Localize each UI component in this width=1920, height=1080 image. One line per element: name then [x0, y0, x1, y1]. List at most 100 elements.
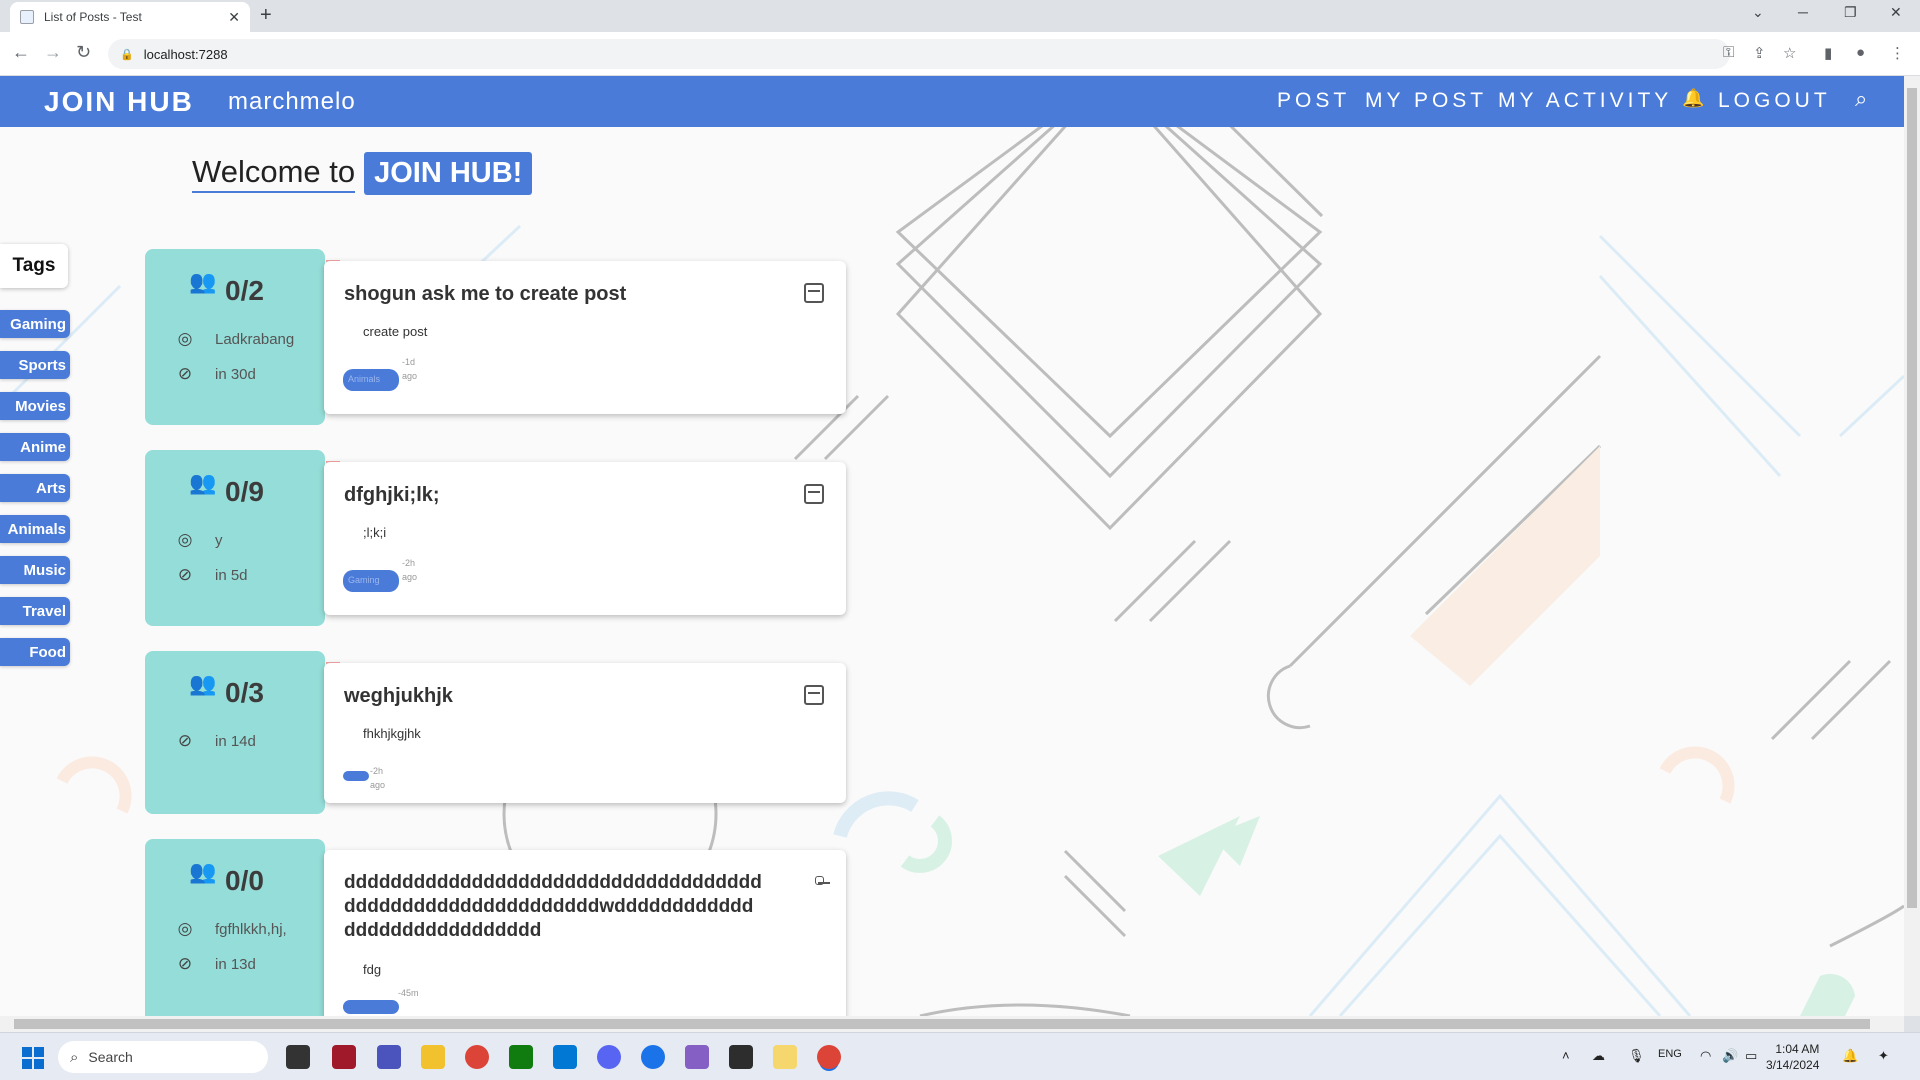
post-card[interactable]: dfghjki;lk; ;l;k;i Gaming -2h ago — [324, 462, 846, 615]
post-info-panel[interactable]: 👥 0/2 ◎ Ladkrabang ⊘ in 30d — [145, 249, 325, 425]
participant-count: 0/9 — [225, 476, 264, 507]
tag-gaming[interactable]: Gaming — [0, 310, 70, 338]
file-explorer-icon[interactable] — [421, 1045, 445, 1069]
nav-post-link[interactable]: POST — [1277, 89, 1350, 113]
battery-icon[interactable]: ▭ — [1745, 1048, 1757, 1064]
close-window-button[interactable]: ✕ — [1890, 4, 1902, 21]
post-title: shogun ask me to create post — [344, 283, 627, 305]
nav-logout-link[interactable]: LOGOUT — [1718, 89, 1831, 113]
tag-travel[interactable]: Travel — [0, 597, 70, 625]
brand-logo[interactable]: JOIN HUB — [44, 86, 194, 118]
post-description: fhkhjkgjhk — [363, 726, 421, 741]
post-info-panel[interactable]: 👥 0/0 ◎ fgfhlkkh,hj, ⊘ in 13d — [145, 839, 325, 1016]
discord-icon[interactable] — [597, 1045, 621, 1069]
language-indicator[interactable]: ENG — [1658, 1048, 1682, 1060]
participants-icon: 👥 — [189, 269, 217, 294]
tab-search-icon[interactable]: ⌄ — [1752, 4, 1764, 21]
back-icon[interactable]: ← — [12, 42, 30, 63]
deadline-text: in 30d — [215, 365, 256, 383]
browser-menu-icon[interactable]: ⋮ — [1890, 44, 1905, 62]
xbox-icon[interactable] — [509, 1045, 533, 1069]
participants-icon: 👥 — [189, 671, 217, 696]
visual-studio-icon[interactable] — [685, 1045, 709, 1069]
copilot-icon[interactable]: ✦ — [1878, 1048, 1889, 1064]
tag-sports[interactable]: Sports — [0, 351, 70, 379]
address-bar[interactable]: 🔒 localhost:7288 — [108, 39, 1730, 69]
nav-my-post-link[interactable]: MY POST — [1365, 89, 1487, 113]
deadline-row: ⊘ in 5d — [173, 565, 248, 585]
clock-date: 3/14/2024 — [1766, 1058, 1820, 1072]
tag-movies[interactable]: Movies — [0, 392, 70, 420]
collapse-card-icon[interactable] — [804, 685, 824, 705]
scrollbar-thumb[interactable] — [14, 1019, 1870, 1029]
participants-icon: 👥 — [189, 470, 217, 495]
post-time: -2h — [402, 558, 416, 568]
maximize-button[interactable]: ❐ — [1844, 4, 1857, 21]
bookmark-star-icon[interactable]: ☆ — [1783, 44, 1796, 62]
browser-tab[interactable]: List of Posts - Test ✕ — [10, 2, 250, 32]
chrome-icon[interactable] — [465, 1045, 489, 1069]
deadline-row: ⊘ in 14d — [173, 731, 256, 751]
post-time: -45m — [398, 988, 419, 998]
post-card[interactable]: weghjukhjk fhkhjkgjhk -2h ago — [324, 663, 846, 803]
search-icon[interactable]: ⌕ — [1855, 86, 1867, 112]
chrome-active-icon[interactable] — [817, 1045, 841, 1069]
tab-close-icon[interactable]: ✕ — [228, 9, 240, 26]
onedrive-icon[interactable]: ☁ — [1592, 1048, 1605, 1064]
post-card[interactable]: shogun ask me to create post create post… — [324, 261, 846, 414]
system-clock[interactable]: 1:04 AM 3/14/2024 — [1766, 1041, 1819, 1073]
scrollbar-thumb[interactable] — [1907, 88, 1917, 908]
lock-icon: 🔒 — [120, 48, 134, 61]
tag-animals[interactable]: Animals — [0, 515, 70, 543]
collapse-card-icon[interactable] — [804, 484, 824, 504]
post-title: weghjukhjk — [344, 685, 453, 707]
reload-icon[interactable]: ↻ — [76, 42, 91, 63]
tag-arts[interactable]: Arts — [0, 474, 70, 502]
timer-off-icon: ⊘ — [177, 731, 193, 750]
vertical-scrollbar[interactable] — [1904, 76, 1920, 1016]
chrome-canary-icon[interactable] — [641, 1045, 665, 1069]
taskbar-search[interactable]: ⌕ Search — [58, 1041, 268, 1073]
tag-anime[interactable]: Anime — [0, 433, 70, 461]
teams-icon[interactable] — [377, 1045, 401, 1069]
collapse-card-icon[interactable] — [804, 283, 824, 303]
welcome-banner: Welcome to JOIN HUB! — [192, 152, 533, 195]
windows-start-icon[interactable] — [22, 1047, 44, 1069]
app-icon[interactable] — [773, 1045, 797, 1069]
new-tab-button[interactable]: + — [260, 4, 272, 27]
terminal-icon[interactable] — [729, 1045, 753, 1069]
windows-taskbar: ⌕ Search ˄ ☁ 🎙 ENG ◠ 🔊 ▭ 1:04 AM 3/14/20… — [0, 1032, 1920, 1080]
vscode-icon[interactable] — [553, 1045, 577, 1069]
notification-icon[interactable]: 🔔 — [1842, 1048, 1858, 1064]
notification-bell-icon[interactable]: 🔔 — [1682, 88, 1704, 109]
volume-icon[interactable]: 🔊 — [1722, 1048, 1738, 1064]
tab-title: List of Posts - Test — [44, 10, 142, 24]
tag-food[interactable]: Food — [0, 638, 70, 666]
nav-my-activity-link[interactable]: MY ACTIVITY — [1498, 89, 1672, 113]
location-row: ◎ y — [173, 530, 223, 550]
post-time-suffix: ago — [402, 371, 418, 381]
profile-avatar-icon[interactable]: ● — [1856, 44, 1865, 61]
tag-music[interactable]: Music — [0, 556, 70, 584]
location-row: ◎ fgfhlkkh,hj, — [173, 919, 287, 939]
share-icon[interactable]: ⇪ — [1753, 44, 1766, 62]
timer-off-icon: ⊘ — [177, 954, 193, 973]
microphone-icon[interactable]: 🎙 — [1628, 1048, 1645, 1064]
post-info-panel[interactable]: 👥 0/3 ⊘ in 14d — [145, 651, 325, 814]
top-navbar: JOIN HUB marchmelo POST MY POST MY ACTIV… — [0, 76, 1904, 127]
side-panel-icon[interactable]: ▮ — [1824, 44, 1832, 62]
app-icon[interactable] — [332, 1045, 356, 1069]
chevron-up-icon[interactable]: ˄ — [1562, 1048, 1570, 1063]
timer-off-icon: ⊘ — [177, 565, 193, 584]
search-icon: ⌕ — [70, 1048, 79, 1066]
task-view-icon[interactable] — [286, 1045, 310, 1069]
wifi-icon[interactable]: ◠ — [1700, 1048, 1711, 1064]
collapse-card-icon[interactable] — [815, 876, 830, 885]
minimize-button[interactable]: ─ — [1798, 4, 1808, 20]
forward-icon[interactable]: → — [44, 42, 62, 63]
horizontal-scrollbar[interactable] — [0, 1016, 1904, 1032]
key-icon[interactable]: ⚿ — [1723, 44, 1734, 61]
post-info-panel[interactable]: 👥 0/9 ◎ y ⊘ in 5d — [145, 450, 325, 626]
post-card[interactable]: dddddddddddddddddddddddddddddddddddddddd… — [324, 850, 846, 1016]
post-tag-chip — [343, 771, 369, 781]
